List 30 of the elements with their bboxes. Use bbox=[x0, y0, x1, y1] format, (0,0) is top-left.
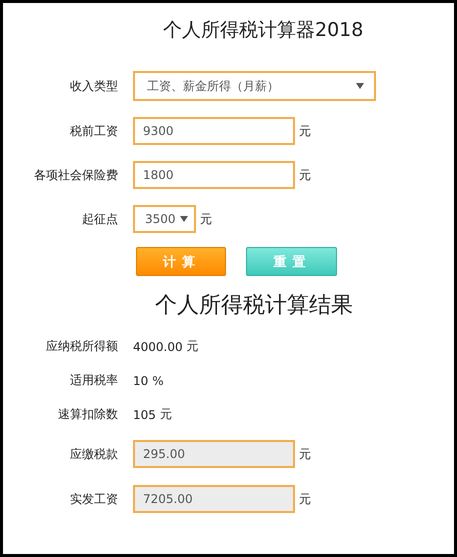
income-type-select[interactable]: 工资、薪金所得（月薪） bbox=[133, 71, 376, 101]
field-label: 各项社会保险费 bbox=[34, 166, 118, 184]
field-label: 应缴税款 bbox=[70, 446, 118, 462]
result-field: 295.00 bbox=[133, 440, 295, 468]
unit-label: % bbox=[152, 374, 164, 388]
result-title: 个人所得税计算结果 bbox=[155, 292, 353, 320]
result-field: 7205.00 bbox=[133, 485, 295, 513]
field-label: 税前工资 bbox=[70, 122, 118, 140]
field-label: 速算扣除数 bbox=[58, 406, 118, 423]
dropdown-arrow-icon bbox=[180, 216, 188, 222]
page-title: 个人所得税计算器2018 bbox=[163, 18, 364, 43]
input-field[interactable]: 1800 bbox=[133, 161, 295, 189]
result-value: 105 bbox=[133, 408, 156, 422]
unit-label: 元 bbox=[299, 490, 311, 508]
unit-label: 元 bbox=[200, 210, 212, 228]
unit-label: 元 bbox=[299, 446, 311, 462]
dropdown-arrow-icon bbox=[356, 83, 364, 89]
threshold-select[interactable]: 3500 bbox=[133, 205, 196, 233]
field-label: 起征点 bbox=[82, 210, 118, 228]
unit-label: 元 bbox=[160, 406, 172, 423]
unit-label: 元 bbox=[186, 338, 199, 355]
field-label: 应纳税所得额 bbox=[46, 338, 118, 355]
result-value: 10 bbox=[133, 374, 148, 388]
result-value: 4000.00 bbox=[133, 340, 183, 354]
field-label: 收入类型 bbox=[70, 78, 118, 94]
field-label: 适用税率 bbox=[70, 372, 118, 389]
unit-label: 元 bbox=[299, 166, 311, 184]
field-label: 实发工资 bbox=[70, 490, 118, 508]
input-field[interactable]: 9300 bbox=[133, 117, 295, 145]
unit-label: 元 bbox=[299, 122, 311, 140]
